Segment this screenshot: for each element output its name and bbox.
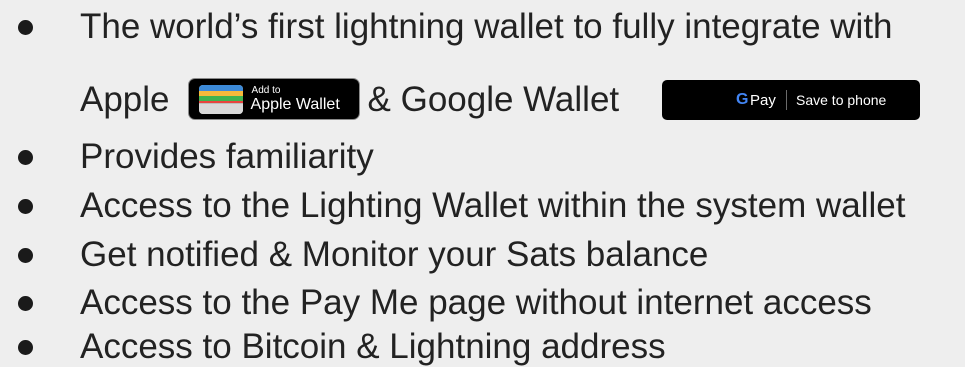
bullet-text: Access to the Pay Me page without intern… <box>80 283 872 322</box>
bullet-text: Get notified & Monitor your Sats balance <box>80 235 709 274</box>
badge-big-text: Apple Wallet <box>250 95 340 113</box>
bullet-dot <box>18 150 33 165</box>
bullet-dot <box>18 20 33 35</box>
google-pay-save-to-phone-badge[interactable]: G Pay Save to phone <box>662 80 920 120</box>
wallet-icon <box>198 84 243 114</box>
bullet-text: Provides familiarity <box>80 137 374 176</box>
save-to-phone-label: Save to phone <box>796 92 887 108</box>
bullet-text: Access to Bitcoin & Lightning address <box>80 327 666 366</box>
bullet-dot <box>18 248 33 263</box>
bullet-continuation: Apple Add to Apple Wallet & Google Walle… <box>80 77 620 123</box>
bullet-text: Access to the Lighting Wallet within the… <box>80 186 906 225</box>
badge-small-text: Add to <box>251 84 281 96</box>
google-g-icon: G <box>736 91 749 108</box>
bullet-text: The world’s first lightning wallet to fu… <box>80 7 893 46</box>
bullet-dot <box>18 340 33 355</box>
badge-divider <box>786 90 787 110</box>
apple-text: Apple <box>80 80 170 119</box>
bullet-dot <box>18 296 33 311</box>
add-to-apple-wallet-badge[interactable]: Add to Apple Wallet <box>187 77 360 120</box>
bullet-dot <box>18 199 33 214</box>
google-wallet-text: & Google Wallet <box>367 80 620 119</box>
google-pay-label: Pay <box>750 92 776 109</box>
